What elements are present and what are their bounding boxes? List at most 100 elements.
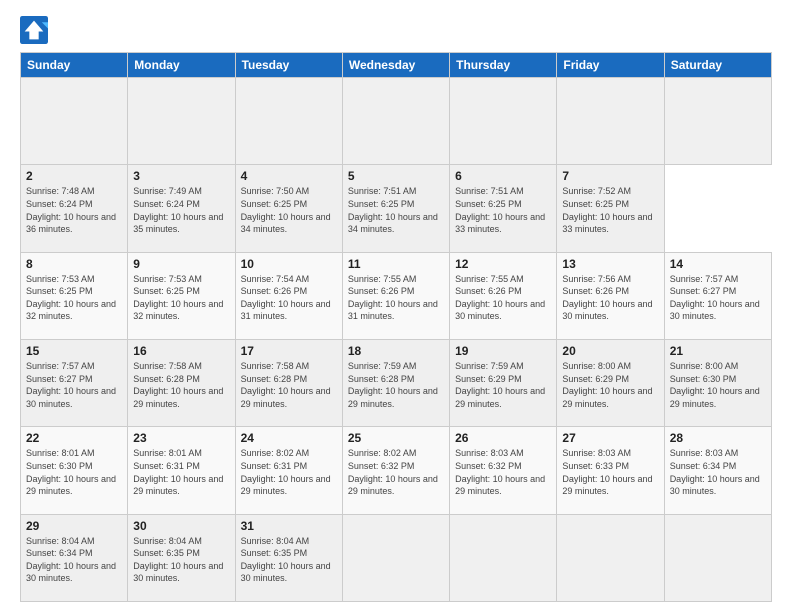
col-header-wednesday: Wednesday (342, 53, 449, 78)
day-number: 25 (348, 431, 444, 445)
week-row-2: 2 Sunrise: 7:48 AMSunset: 6:24 PMDaylight… (21, 165, 772, 252)
week-row-5: 22 Sunrise: 8:01 AMSunset: 6:30 PMDayligh… (21, 427, 772, 514)
day-cell: 30Sunrise: 8:04 AMSunset: 6:35 PMDayligh… (128, 514, 235, 601)
day-cell: 5 Sunrise: 7:51 AMSunset: 6:25 PMDaylight… (342, 165, 449, 252)
day-cell: 6 Sunrise: 7:51 AMSunset: 6:25 PMDaylight… (450, 165, 557, 252)
day-number: 11 (348, 257, 444, 271)
day-info: Sunrise: 7:52 AMSunset: 6:25 PMDaylight:… (562, 185, 658, 235)
day-cell: 13 Sunrise: 7:56 AMSunset: 6:26 PMDayligh… (557, 252, 664, 339)
day-number: 10 (241, 257, 337, 271)
day-info: Sunrise: 8:00 AMSunset: 6:30 PMDaylight:… (670, 360, 766, 410)
day-info: Sunrise: 7:51 AMSunset: 6:25 PMDaylight:… (455, 185, 551, 235)
day-info: Sunrise: 8:03 AMSunset: 6:32 PMDaylight:… (455, 447, 551, 497)
day-number: 22 (26, 431, 122, 445)
day-cell: 23 Sunrise: 8:01 AMSunset: 6:31 PMDayligh… (128, 427, 235, 514)
day-cell (664, 514, 771, 601)
day-cell: 25 Sunrise: 8:02 AMSunset: 6:32 PMDayligh… (342, 427, 449, 514)
day-number: 27 (562, 431, 658, 445)
day-cell: 11 Sunrise: 7:55 AMSunset: 6:26 PMDayligh… (342, 252, 449, 339)
day-number: 16 (133, 344, 229, 358)
day-info: Sunrise: 7:51 AMSunset: 6:25 PMDaylight:… (348, 185, 444, 235)
col-header-sunday: Sunday (21, 53, 128, 78)
day-cell (342, 78, 449, 165)
day-info: Sunrise: 8:03 AMSunset: 6:33 PMDaylight:… (562, 447, 658, 497)
day-info: Sunrise: 7:56 AMSunset: 6:26 PMDaylight:… (562, 273, 658, 323)
day-info: Sunrise: 7:49 AMSunset: 6:24 PMDaylight:… (133, 185, 229, 235)
day-info: Sunrise: 8:01 AMSunset: 6:30 PMDaylight:… (26, 447, 122, 497)
day-cell (21, 78, 128, 165)
day-info: Sunrise: 8:01 AMSunset: 6:31 PMDaylight:… (133, 447, 229, 497)
day-info: Sunrise: 7:53 AMSunset: 6:25 PMDaylight:… (26, 273, 122, 323)
day-number: 7 (562, 169, 658, 183)
day-info: Sunrise: 7:55 AMSunset: 6:26 PMDaylight:… (455, 273, 551, 323)
day-info: Sunrise: 7:50 AMSunset: 6:25 PMDaylight:… (241, 185, 337, 235)
week-row-4: 15 Sunrise: 7:57 AMSunset: 6:27 PMDayligh… (21, 339, 772, 426)
day-number: 18 (348, 344, 444, 358)
day-number: 21 (670, 344, 766, 358)
day-cell: 4 Sunrise: 7:50 AMSunset: 6:25 PMDaylight… (235, 165, 342, 252)
header (20, 16, 772, 44)
day-number: 19 (455, 344, 551, 358)
day-info: Sunrise: 8:02 AMSunset: 6:31 PMDaylight:… (241, 447, 337, 497)
logo (20, 16, 52, 44)
week-row-3: 8Sunrise: 7:53 AMSunset: 6:25 PMDaylight… (21, 252, 772, 339)
day-info: Sunrise: 8:00 AMSunset: 6:29 PMDaylight:… (562, 360, 658, 410)
day-cell: 22 Sunrise: 8:01 AMSunset: 6:30 PMDayligh… (21, 427, 128, 514)
day-number: 31 (241, 519, 337, 533)
day-number: 24 (241, 431, 337, 445)
header-row: SundayMondayTuesdayWednesdayThursdayFrid… (21, 53, 772, 78)
day-info: Sunrise: 8:03 AMSunset: 6:34 PMDaylight:… (670, 447, 766, 497)
day-cell: 9Sunrise: 7:53 AMSunset: 6:25 PMDaylight… (128, 252, 235, 339)
day-number: 14 (670, 257, 766, 271)
day-info: Sunrise: 7:57 AMSunset: 6:27 PMDaylight:… (26, 360, 122, 410)
day-info: Sunrise: 7:57 AMSunset: 6:27 PMDaylight:… (670, 273, 766, 323)
day-cell (450, 514, 557, 601)
day-info: Sunrise: 8:04 AMSunset: 6:34 PMDaylight:… (26, 535, 122, 585)
day-cell: 27 Sunrise: 8:03 AMSunset: 6:33 PMDayligh… (557, 427, 664, 514)
day-number: 13 (562, 257, 658, 271)
day-cell: 29 Sunrise: 8:04 AMSunset: 6:34 PMDayligh… (21, 514, 128, 601)
day-cell: 19Sunrise: 7:59 AMSunset: 6:29 PMDayligh… (450, 339, 557, 426)
day-cell: 10 Sunrise: 7:54 AMSunset: 6:26 PMDayligh… (235, 252, 342, 339)
col-header-thursday: Thursday (450, 53, 557, 78)
logo-icon (20, 16, 48, 44)
day-cell: 12 Sunrise: 7:55 AMSunset: 6:26 PMDayligh… (450, 252, 557, 339)
day-number: 29 (26, 519, 122, 533)
day-number: 15 (26, 344, 122, 358)
day-info: Sunrise: 7:53 AMSunset: 6:25 PMDaylight:… (133, 273, 229, 323)
day-info: Sunrise: 7:48 AMSunset: 6:24 PMDaylight:… (26, 185, 122, 235)
day-cell: 3Sunrise: 7:49 AMSunset: 6:24 PMDaylight… (128, 165, 235, 252)
day-cell: 24 Sunrise: 8:02 AMSunset: 6:31 PMDayligh… (235, 427, 342, 514)
week-row-6: 29 Sunrise: 8:04 AMSunset: 6:34 PMDayligh… (21, 514, 772, 601)
day-cell: 14 Sunrise: 7:57 AMSunset: 6:27 PMDayligh… (664, 252, 771, 339)
day-info: Sunrise: 7:54 AMSunset: 6:26 PMDaylight:… (241, 273, 337, 323)
day-number: 5 (348, 169, 444, 183)
day-info: Sunrise: 7:55 AMSunset: 6:26 PMDaylight:… (348, 273, 444, 323)
day-cell: 21 Sunrise: 8:00 AMSunset: 6:30 PMDayligh… (664, 339, 771, 426)
day-number: 28 (670, 431, 766, 445)
day-cell: 2 Sunrise: 7:48 AMSunset: 6:24 PMDaylight… (21, 165, 128, 252)
day-number: 30 (133, 519, 229, 533)
day-info: Sunrise: 7:58 AMSunset: 6:28 PMDaylight:… (241, 360, 337, 410)
day-number: 12 (455, 257, 551, 271)
col-header-friday: Friday (557, 53, 664, 78)
col-header-tuesday: Tuesday (235, 53, 342, 78)
day-number: 2 (26, 169, 122, 183)
page: SundayMondayTuesdayWednesdayThursdayFrid… (0, 0, 792, 612)
day-number: 26 (455, 431, 551, 445)
col-header-saturday: Saturday (664, 53, 771, 78)
day-number: 4 (241, 169, 337, 183)
week-row-1 (21, 78, 772, 165)
day-cell: 28 Sunrise: 8:03 AMSunset: 6:34 PMDayligh… (664, 427, 771, 514)
day-number: 17 (241, 344, 337, 358)
day-number: 6 (455, 169, 551, 183)
day-info: Sunrise: 7:58 AMSunset: 6:28 PMDaylight:… (133, 360, 229, 410)
day-cell: 16 Sunrise: 7:58 AMSunset: 6:28 PMDayligh… (128, 339, 235, 426)
day-cell (128, 78, 235, 165)
day-cell: 8Sunrise: 7:53 AMSunset: 6:25 PMDaylight… (21, 252, 128, 339)
col-header-monday: Monday (128, 53, 235, 78)
day-info: Sunrise: 8:02 AMSunset: 6:32 PMDaylight:… (348, 447, 444, 497)
day-number: 23 (133, 431, 229, 445)
day-cell: 15 Sunrise: 7:57 AMSunset: 6:27 PMDayligh… (21, 339, 128, 426)
day-cell (450, 78, 557, 165)
